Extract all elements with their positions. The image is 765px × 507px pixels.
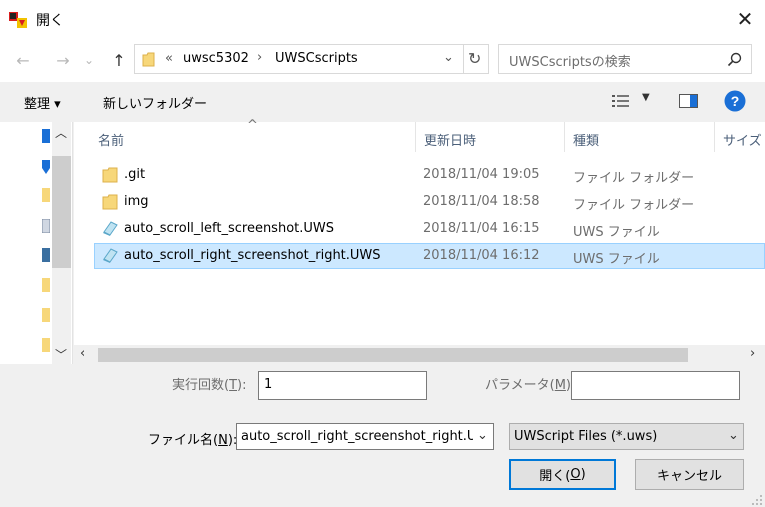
forward-arrow-icon: → <box>56 50 70 70</box>
file-type: ファイル フォルダー <box>573 171 695 186</box>
refresh-icon[interactable]: ↻ <box>468 49 481 68</box>
file-row-auto-scroll-right-selected[interactable]: auto_scroll_right_screenshot_right.UWS 2… <box>94 243 765 269</box>
uwsc-app-icon <box>9 12 27 28</box>
filename-value: auto_scroll_right_screenshot_right.U <box>241 429 473 444</box>
command-bar: 整理 ▾ 新しいフォルダー ▼ ? <box>0 82 765 122</box>
folder-icon[interactable] <box>42 278 50 292</box>
column-header-name[interactable]: 名前 <box>98 130 124 149</box>
folder-icon <box>102 167 118 183</box>
up-button[interactable]: ↑ <box>106 48 132 72</box>
scroll-up-icon[interactable]: ︿ <box>55 124 67 141</box>
view-details-icon[interactable] <box>612 94 632 108</box>
file-date: 2018/11/04 18:58 <box>423 194 540 209</box>
search-icon[interactable] <box>727 52 742 67</box>
title-bar: 開く ✕ <box>0 0 765 38</box>
back-arrow-icon: ← <box>16 50 30 70</box>
quick-access-icon[interactable] <box>42 129 50 143</box>
folder-icon[interactable] <box>42 338 50 352</box>
close-icon: ✕ <box>736 7 754 31</box>
filename-label: ファイル名(N): <box>148 433 238 448</box>
open-button[interactable]: 開く(O) <box>509 459 616 490</box>
file-name: .git <box>124 167 146 182</box>
chevron-down-icon[interactable]: ⌄ <box>728 428 739 443</box>
folder-icon[interactable] <box>42 308 50 322</box>
file-name: auto_scroll_right_screenshot_right.UWS <box>124 248 381 263</box>
exec-count-value: 1 <box>264 377 273 392</box>
file-type: UWS ファイル <box>573 225 660 240</box>
up-arrow-icon: ↑ <box>112 50 126 70</box>
view-options-dropdown-icon[interactable]: ▼ <box>642 92 650 103</box>
uws-file-icon <box>103 248 118 263</box>
file-date: 2018/11/04 16:15 <box>423 221 540 236</box>
forward-button[interactable]: → <box>50 48 76 72</box>
folder-icon <box>102 194 118 210</box>
file-date: 2018/11/04 19:05 <box>423 167 540 182</box>
file-list[interactable]: 名前 ^ 更新日時 種類 サイズ .git 2018/11/04 19:05 フ… <box>74 118 765 364</box>
file-type: UWS ファイル <box>573 252 660 267</box>
search-box[interactable]: UWSCscriptsの検索 <box>498 44 752 74</box>
filename-combobox[interactable]: auto_scroll_right_screenshot_right.U ⌄ <box>236 423 494 450</box>
search-placeholder: UWSCscriptsの検索 <box>509 55 631 70</box>
window-title: 開く <box>36 13 64 29</box>
pictures-icon[interactable] <box>42 248 50 262</box>
parameter-input[interactable] <box>571 371 740 400</box>
scroll-right-icon[interactable]: › <box>750 346 755 361</box>
exec-count-input[interactable]: 1 <box>258 371 427 400</box>
parameter-label: パラメータ(M): <box>485 378 575 393</box>
address-dropdown-icon[interactable]: ⌄ <box>443 50 454 65</box>
breadcrumb-overflow-icon[interactable]: « <box>165 51 173 66</box>
column-divider[interactable] <box>415 122 416 152</box>
new-folder-button[interactable]: 新しいフォルダー <box>103 93 207 112</box>
scroll-down-icon[interactable]: ﹀ <box>55 346 67 363</box>
file-name: auto_scroll_left_screenshot.UWS <box>124 221 334 236</box>
address-bar[interactable]: « uwsc5302 › UWSCscripts ⌄ ↻ <box>134 44 489 74</box>
file-type-filter-value: UWScript Files (*.uws) <box>514 429 658 444</box>
breadcrumb-arrow-icon[interactable]: › <box>257 50 262 65</box>
cancel-button[interactable]: キャンセル <box>635 459 744 490</box>
folder-icon <box>142 52 155 67</box>
document-icon[interactable] <box>42 219 50 233</box>
file-row-auto-scroll-left[interactable]: auto_scroll_left_screenshot.UWS 2018/11/… <box>94 216 765 242</box>
resize-grip-icon[interactable] <box>752 494 763 505</box>
sort-ascending-icon: ^ <box>247 118 258 133</box>
file-type-filter-dropdown[interactable]: UWScript Files (*.uws) ⌄ <box>509 423 744 450</box>
preview-pane-icon[interactable] <box>679 94 699 108</box>
address-divider <box>463 45 464 73</box>
column-divider[interactable] <box>714 122 715 152</box>
column-divider[interactable] <box>564 122 565 152</box>
folder-icon[interactable] <box>42 188 50 202</box>
back-button[interactable]: ← <box>10 48 36 72</box>
column-header-type[interactable]: 種類 <box>573 130 599 149</box>
chevron-down-icon: ⌄ <box>83 53 95 67</box>
nav-pane-scroll-thumb[interactable] <box>52 156 71 268</box>
svg-text:?: ? <box>731 93 740 109</box>
download-icon[interactable] <box>42 160 50 174</box>
breadcrumb-uwsc5302[interactable]: uwsc5302 <box>183 51 249 66</box>
file-date: 2018/11/04 16:12 <box>423 248 540 263</box>
column-header-size[interactable]: サイズ <box>723 130 762 149</box>
chevron-down-icon[interactable]: ⌄ <box>477 428 488 443</box>
close-button[interactable]: ✕ <box>725 0 765 38</box>
horizontal-scroll-thumb[interactable] <box>98 348 688 362</box>
file-name: img <box>124 194 149 209</box>
recent-locations-button[interactable]: ⌄ <box>80 48 98 72</box>
uws-file-icon <box>103 221 118 236</box>
file-type: ファイル フォルダー <box>573 198 695 213</box>
organize-button[interactable]: 整理 ▾ <box>24 93 61 112</box>
help-icon[interactable]: ? <box>724 90 746 112</box>
column-header-date[interactable]: 更新日時 <box>424 130 476 149</box>
file-row-git[interactable]: .git 2018/11/04 19:05 ファイル フォルダー <box>94 162 765 188</box>
exec-count-label: 実行回数(T): <box>172 378 247 393</box>
scroll-left-icon[interactable]: ‹ <box>80 346 85 361</box>
file-row-img[interactable]: img 2018/11/04 18:58 ファイル フォルダー <box>94 189 765 215</box>
breadcrumb-uwscscripts[interactable]: UWSCscripts <box>275 51 358 66</box>
